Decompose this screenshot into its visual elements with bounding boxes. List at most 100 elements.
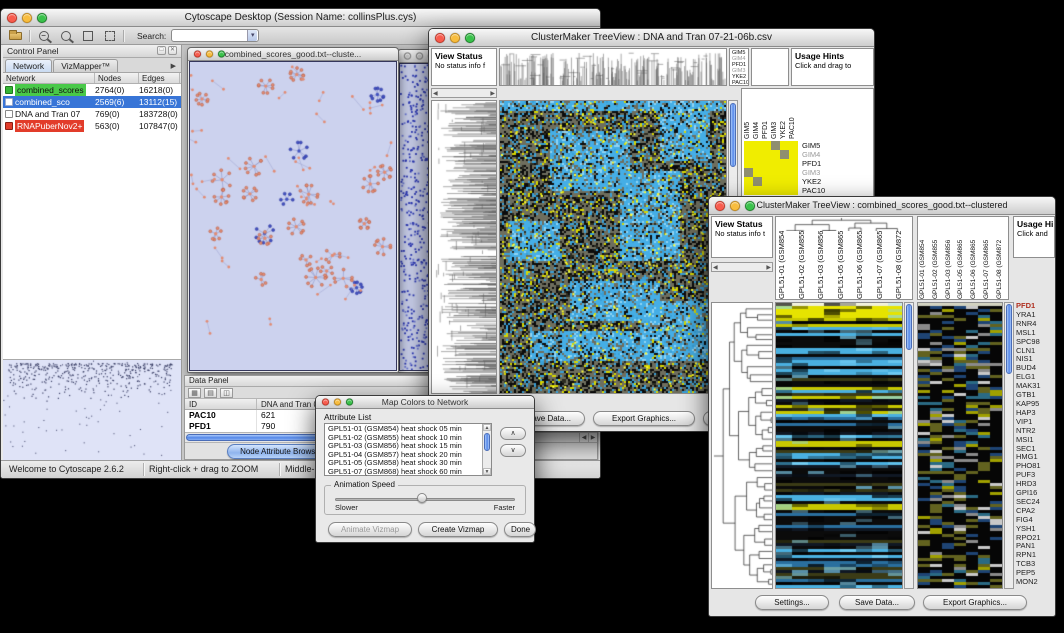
network-view-window[interactable]: combined_scores_good.txt--cluste...	[187, 47, 399, 373]
gene-dendrogram-canvas[interactable]	[712, 303, 772, 588]
done-button[interactable]: Done	[504, 522, 536, 537]
heatmap-canvas[interactable]	[776, 303, 902, 588]
gene-dendrogram-box[interactable]	[711, 302, 773, 589]
zoom-fit-icon[interactable]	[79, 28, 96, 43]
zoom-window-button[interactable]	[218, 51, 225, 58]
scroll-left-icon[interactable]: ◀	[579, 433, 588, 443]
list-vscrollbar[interactable]: ▲ ▼	[482, 424, 491, 475]
column-header-network[interactable]: Network	[3, 73, 95, 83]
gene-dendrogram-canvas[interactable]	[432, 101, 496, 393]
minimize-button[interactable]	[416, 53, 423, 60]
tab-overflow-icon[interactable]: ▶	[171, 62, 179, 72]
column-header-edges[interactable]: Edges	[139, 73, 180, 83]
settings-button[interactable]: Settings...	[755, 595, 829, 610]
network-view-titlebar[interactable]: combined_scores_good.txt--cluste...	[188, 48, 398, 61]
treeview2-titlebar[interactable]: ClusterMaker TreeView : combined_scores_…	[709, 197, 1055, 215]
gene-name-list[interactable]: PFD1YRA1RNR4MSL1SPC98CLN1NIS1BUD4ELG1MAK…	[1016, 302, 1055, 589]
tab-vizmapper[interactable]: VizMapper™	[53, 59, 118, 72]
column-header-id[interactable]: ID	[185, 399, 257, 409]
network-row[interactable]: combined_scores2764(0)16218(0)	[3, 84, 181, 96]
network-view-canvas-area[interactable]	[189, 61, 397, 371]
close-button[interactable]	[322, 399, 329, 406]
close-button[interactable]	[194, 51, 201, 58]
animate-vizmap-button[interactable]: Animate Vizmap	[328, 522, 412, 537]
network-overview-panel[interactable]	[3, 360, 181, 460]
zoom-selected-region-icon[interactable]	[101, 28, 118, 43]
minimize-button[interactable]	[22, 13, 32, 23]
zoom-window-button[interactable]	[745, 201, 755, 211]
array-dendrogram-canvas[interactable]	[500, 49, 726, 85]
column-tree-box[interactable]: GPL51-01 (GSM854GPL51-02 (GSM855GPL51-03…	[775, 216, 913, 300]
search-input[interactable]: ▾	[171, 29, 259, 42]
speed-slider-thumb[interactable]	[417, 493, 427, 503]
network-row[interactable]: DNA and Tran 07769(0)183728(0)	[3, 108, 181, 120]
scroll-left-icon[interactable]: ◀	[713, 264, 718, 271]
minimize-button[interactable]	[730, 201, 740, 211]
treeview1-titlebar[interactable]: ClusterMaker T­reeView : DNA and Tran 07…	[429, 29, 874, 47]
tab-network[interactable]: Network	[5, 59, 52, 72]
create-vizmap-button[interactable]: Create Vizmap	[418, 522, 498, 537]
scroll-down-icon[interactable]: ▼	[483, 468, 491, 475]
minimize-button[interactable]	[334, 399, 341, 406]
column-header-nodes[interactable]: Nodes	[95, 73, 139, 83]
zoom-out-icon[interactable]: −	[35, 28, 52, 43]
export-graphics-button[interactable]: Export Graphics...	[923, 595, 1027, 610]
network-overview-canvas[interactable]	[3, 360, 180, 459]
scrollbar-thumb[interactable]	[1006, 304, 1012, 374]
heatmap-box[interactable]	[499, 100, 727, 394]
main-titlebar[interactable]: Cytoscape Desktop (Session Name: collins…	[1, 9, 600, 27]
mini-heatmap-box[interactable]	[917, 302, 1003, 589]
scrollbar-thumb[interactable]	[484, 433, 490, 451]
close-button[interactable]	[7, 13, 17, 23]
save-data-button[interactable]: Save Data...	[839, 595, 915, 610]
attribute-select-icon[interactable]: ▤	[204, 388, 217, 398]
export-graphics-button[interactable]: Export Graphics...	[593, 411, 695, 426]
treeview2-buttons: Settings... Save Data... Export Graphics..…	[709, 595, 1057, 611]
network-row[interactable]: combined_sco2569(6)13112(15)	[3, 96, 181, 108]
scroll-right-icon[interactable]: ▶	[766, 264, 771, 271]
move-down-button[interactable]: ∨	[500, 444, 526, 457]
move-up-button[interactable]: ∧	[500, 427, 526, 440]
gene-label[interactable]: MON2	[1016, 578, 1055, 587]
zoom-window-button[interactable]	[346, 399, 353, 406]
heatmap-vscrollbar[interactable]	[904, 302, 914, 589]
heatmap-box[interactable]	[775, 302, 903, 589]
scroll-up-icon[interactable]: ▲	[483, 424, 491, 431]
gene-tree-scrollbar[interactable]: ◀ ▶	[431, 88, 497, 98]
heatmap-canvas[interactable]	[500, 101, 726, 393]
minimize-button[interactable]	[206, 51, 213, 58]
column-label: GPL51-05 (GSM865	[836, 231, 856, 299]
close-button[interactable]	[715, 201, 725, 211]
minimize-button[interactable]	[450, 33, 460, 43]
close-button[interactable]	[435, 33, 445, 43]
network-graph-canvas[interactable]	[190, 62, 397, 371]
scroll-right-icon[interactable]: ▶	[490, 90, 495, 97]
zoom-window-button[interactable]	[465, 33, 475, 43]
close-panel-icon[interactable]: ✕	[168, 46, 177, 55]
network-row[interactable]: RNAPuberNov2+563(0)107847(0)	[3, 120, 181, 132]
attribute-table-icon[interactable]: ▦	[188, 388, 201, 398]
scrollbar-thumb[interactable]	[906, 304, 912, 350]
gene-dendrogram-box[interactable]	[431, 100, 497, 394]
zoom-matrix-cell	[762, 150, 771, 159]
zoom-in-icon[interactable]	[57, 28, 74, 43]
dialog-titlebar[interactable]: Map Colors to Network	[316, 396, 534, 409]
mini-vscrollbar[interactable]	[1004, 302, 1014, 589]
scroll-left-icon[interactable]: ◀	[433, 90, 438, 97]
column-dendrogram-canvas[interactable]	[776, 217, 912, 231]
zoom-heatmap-grid[interactable]	[744, 141, 798, 195]
scrollbar-thumb[interactable]	[730, 103, 736, 167]
close-button[interactable]	[404, 53, 411, 60]
attribute-item[interactable]: GPL51-07 (GSM868) heat shock 60 min	[325, 468, 482, 477]
scroll-right-icon[interactable]: ▶	[588, 433, 597, 443]
attribute-listbox[interactable]: GPL51-01 (GSM854) heat shock 05 minGPL51…	[324, 423, 492, 476]
open-folder-icon[interactable]	[7, 28, 24, 43]
float-panel-icon[interactable]: □	[157, 46, 166, 55]
array-dendrogram-box[interactable]	[499, 48, 727, 86]
search-dropdown-icon[interactable]: ▾	[247, 30, 257, 41]
database-icon[interactable]: ◫	[220, 388, 233, 398]
gene-tree-scrollbar[interactable]: ◀ ▶	[711, 262, 773, 272]
mini-heatmap-canvas[interactable]	[918, 303, 1002, 588]
zoom-matrix-cell	[762, 159, 771, 168]
zoom-window-button[interactable]	[37, 13, 47, 23]
